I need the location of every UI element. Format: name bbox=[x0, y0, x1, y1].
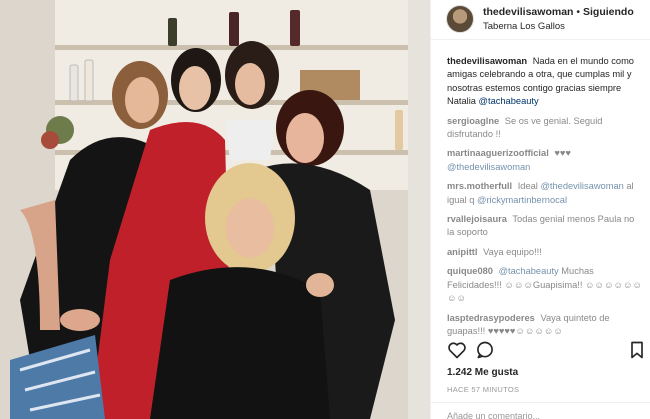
comment-mention[interactable]: @tachabeauty bbox=[499, 266, 559, 276]
separator-dot: • bbox=[576, 6, 581, 18]
comment-username[interactable]: martinaaguerizoofficial bbox=[447, 148, 549, 158]
comment-icon[interactable] bbox=[475, 340, 495, 360]
comment-mention[interactable]: @thedevilisawoman bbox=[447, 162, 530, 172]
comment-text: Ideal bbox=[517, 181, 538, 192]
caption-username[interactable]: thedevilisawoman bbox=[447, 56, 527, 66]
bookmark-icon[interactable] bbox=[627, 340, 647, 360]
group-photo-illustration bbox=[0, 0, 430, 419]
author-username[interactable]: thedevilisawoman bbox=[483, 6, 573, 18]
comment: martinaaguerizoofficial ♥♥♥ @thedevilisa… bbox=[447, 147, 643, 174]
heart-icon[interactable] bbox=[447, 340, 467, 360]
post-sidebar: thedevilisawoman • Siguiendo Taberna Los… bbox=[430, 0, 650, 419]
post-author-line: thedevilisawoman • Siguiendo bbox=[483, 6, 634, 18]
comment: quique080 @tachabeauty Muchas Felicidade… bbox=[447, 265, 643, 305]
comments-list: thedevilisawoman Nada en el mundo como a… bbox=[447, 55, 643, 344]
post-actions bbox=[447, 340, 647, 362]
comment: rvallejoisaura Todas genial menos Paula … bbox=[447, 213, 643, 240]
post-timestamp: HACE 57 MINUTOS bbox=[447, 385, 520, 394]
comment-text: ♥♥♥ bbox=[554, 148, 571, 159]
add-comment-field[interactable]: Añade un comentario... bbox=[431, 402, 650, 419]
comment-mention[interactable]: @thedevilisawoman bbox=[540, 181, 623, 191]
comment-username[interactable]: lasptedrasypoderes bbox=[447, 313, 535, 323]
add-comment-placeholder: Añade un comentario... bbox=[447, 411, 541, 419]
comment-username[interactable]: mrs.motherfull bbox=[447, 181, 512, 191]
comment: sergioaglne Se os ve genial. Seguid disf… bbox=[447, 115, 643, 142]
comment-text: Vaya equipo!!! bbox=[483, 246, 542, 257]
comment-username[interactable]: quique080 bbox=[447, 266, 493, 276]
post-photo[interactable] bbox=[0, 0, 430, 419]
comment: lasptedrasypoderes Vaya quinteto de guap… bbox=[447, 312, 643, 339]
comment-username[interactable]: rvallejoisaura bbox=[447, 214, 507, 224]
comment-username[interactable]: anipittl bbox=[447, 247, 477, 257]
avatar[interactable] bbox=[446, 5, 474, 33]
caption-mention[interactable]: @tachabeauty bbox=[479, 96, 539, 106]
comment-mention[interactable]: @rickymartinbernocal bbox=[477, 195, 567, 205]
likes-count[interactable]: 1.242 Me gusta bbox=[447, 367, 518, 378]
post-header: thedevilisawoman • Siguiendo Taberna Los… bbox=[431, 0, 650, 40]
location-link[interactable]: Taberna Los Gallos bbox=[483, 21, 565, 32]
comment-username[interactable]: sergioaglne bbox=[447, 116, 499, 126]
post-caption: thedevilisawoman Nada en el mundo como a… bbox=[447, 55, 643, 109]
comment: mrs.motherfull Ideal @thedevilisawoman a… bbox=[447, 180, 643, 207]
comment: anipittl Vaya equipo!!! bbox=[447, 246, 643, 259]
following-button[interactable]: Siguiendo bbox=[583, 6, 634, 18]
